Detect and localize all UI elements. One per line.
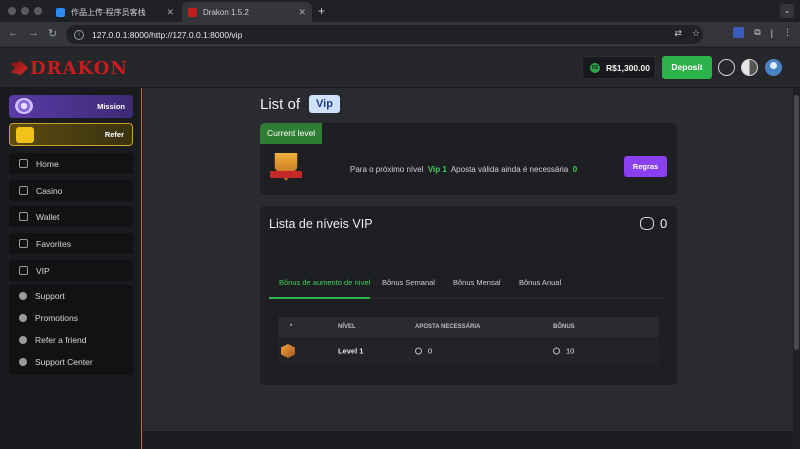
- tab-close-icon[interactable]: ✕: [298, 7, 306, 18]
- ribbon-icon: [270, 171, 302, 178]
- balance-amount: R$1,300.00: [606, 62, 650, 73]
- next-level-text: Para o próximo nível Vip 1 Aposta válida…: [350, 165, 578, 174]
- coins-stack-icon: [640, 217, 654, 230]
- help-center-icon: [19, 358, 27, 366]
- target-icon: [15, 98, 33, 114]
- browser-tab-inactive[interactable]: 作品上传-程序员客栈 ✕: [50, 2, 180, 22]
- vip-chip: Vip: [309, 95, 340, 113]
- page-title: List of Vip: [260, 95, 340, 113]
- site-favicon-icon: [56, 7, 65, 17]
- extensions-puzzle-icon[interactable]: ⧉: [754, 27, 760, 38]
- bonus-tabs: Bônus de aumento de nível Bônus Semanal …: [269, 272, 668, 299]
- sidebar-item-refer-a-friend[interactable]: Refer a friend: [19, 335, 87, 345]
- sidebar-item-promotions[interactable]: Promotions: [19, 313, 78, 323]
- tab-monthly-bonus[interactable]: Bônus Mensal: [453, 278, 501, 287]
- translate-icon[interactable]: ⇄: [674, 28, 682, 39]
- user-avatar-icon[interactable]: [765, 59, 782, 76]
- browser-toolbar: ← → ↻ i 127.0.0.1:8000/http://127.0.0.1:…: [0, 22, 800, 47]
- active-tab-underline: [269, 297, 370, 299]
- back-arrow-icon[interactable]: ←: [8, 27, 19, 39]
- browser-tab-bar: 作品上传-程序员客栈 ✕ Drakon 1.5.2 ✕ + ⌄: [0, 0, 800, 22]
- rules-button[interactable]: Regras: [624, 156, 667, 177]
- theme-toggle-icon[interactable]: [741, 59, 758, 76]
- chrome-menu-icon[interactable]: ⋮: [783, 27, 792, 38]
- dollar-icon: [553, 347, 560, 355]
- col-required-bet: APOSTA NECESSÁRIA: [415, 324, 481, 330]
- site-info-icon[interactable]: i: [74, 29, 84, 40]
- next-level-value: Vip 1: [427, 165, 447, 174]
- table-header: * NÍVEL APOSTA NECESSÁRIA BÔNUS: [278, 317, 659, 337]
- vip-levels-title: Lista de níveis VIP: [269, 217, 373, 231]
- deposit-button[interactable]: Deposit: [662, 56, 712, 79]
- extension-icon[interactable]: [733, 27, 745, 38]
- table-row: Level 1 0 10: [278, 337, 659, 365]
- row-bet: 0: [415, 347, 432, 356]
- coins-count: 0: [660, 216, 668, 231]
- tab-title: 作品上传-程序员客栈: [71, 7, 146, 17]
- mission-banner[interactable]: Mission: [9, 95, 133, 118]
- sidebar-item-support-center[interactable]: Support Center: [19, 357, 93, 367]
- browser-tab-active[interactable]: Drakon 1.5.2 ✕: [182, 2, 312, 22]
- drakon-favicon-icon: [188, 7, 197, 17]
- refer-banner[interactable]: Refer: [9, 123, 133, 146]
- scrollbar-thumb[interactable]: [794, 95, 799, 350]
- tab-close-icon[interactable]: ✕: [166, 7, 174, 18]
- app-header: DRAKON R$ R$1,300.00 Deposit: [0, 48, 800, 88]
- gift-hand-icon: [16, 127, 34, 143]
- sidebar-item-favorites[interactable]: Favorites: [9, 233, 133, 254]
- col-star: *: [290, 324, 293, 330]
- window-close-dot[interactable]: [8, 7, 16, 15]
- forward-arrow-icon[interactable]: →: [28, 27, 39, 39]
- crown-icon: [19, 266, 28, 275]
- share-icon: [19, 336, 27, 344]
- vip-levels-table: * NÍVEL APOSTA NECESSÁRIA BÔNUS Level 1 …: [278, 317, 659, 365]
- tab-level-up-bonus[interactable]: Bônus de aumento de nível: [279, 278, 370, 287]
- sidebar: Mission Refer Home Casino Wallet Favorit…: [0, 88, 142, 449]
- drakon-logo[interactable]: DRAKON: [10, 58, 128, 79]
- coins-icon: [415, 347, 422, 355]
- vip-levels-card: Lista de níveis VIP 0 Bônus de aumento d…: [260, 206, 677, 385]
- wallet-icon: [19, 212, 28, 221]
- footer-strip: [143, 430, 800, 449]
- dragon-logo-icon: [10, 61, 28, 75]
- bookmark-icon: [19, 239, 28, 248]
- tab-weekly-bonus[interactable]: Bônus Semanal: [382, 278, 435, 287]
- currency-coin-icon: R$: [590, 62, 600, 73]
- sidebar-item-wallet[interactable]: Wallet: [9, 206, 133, 227]
- remaining-bet-value: 0: [572, 165, 578, 174]
- url-text: 127.0.0.1:8000/http://127.0.0.1:8000/vip: [92, 29, 243, 40]
- row-level: Level 1: [338, 346, 364, 356]
- sidebar-item-vip[interactable]: VIP: [9, 260, 133, 281]
- level-badge-icon: [281, 344, 295, 358]
- col-bonus: BÔNUS: [553, 324, 575, 330]
- address-bar[interactable]: i 127.0.0.1:8000/http://127.0.0.1:8000/v…: [66, 25, 703, 44]
- support-nav-group: Support Promotions Refer a friend Suppor…: [9, 285, 133, 375]
- current-level-tab: Current level: [260, 123, 323, 144]
- headset-icon: [19, 292, 27, 300]
- window-maximize-dot[interactable]: [34, 7, 42, 15]
- reload-icon[interactable]: ↻: [48, 27, 57, 40]
- sidebar-item-home[interactable]: Home: [9, 153, 133, 174]
- megaphone-icon: [19, 314, 27, 322]
- gamepad-icon: [19, 186, 28, 195]
- language-globe-icon[interactable]: [718, 59, 735, 76]
- profile-divider-icon: |: [770, 27, 773, 38]
- balance-display[interactable]: R$ R$1,300.00: [582, 56, 656, 79]
- sidebar-item-support[interactable]: Support: [19, 291, 65, 301]
- home-icon: [19, 159, 28, 168]
- tab-annual-bonus[interactable]: Bônus Anual: [519, 278, 561, 287]
- new-tab-icon[interactable]: +: [318, 4, 325, 18]
- window-minimize-dot[interactable]: [21, 7, 29, 15]
- current-level-card: Current level Para o próximo nível Vip 1…: [260, 123, 677, 195]
- tab-title: Drakon 1.5.2: [203, 7, 249, 17]
- row-bonus: 10: [553, 347, 574, 356]
- bookmark-star-icon[interactable]: ☆: [692, 28, 700, 39]
- col-level: NÍVEL: [338, 324, 356, 330]
- sidebar-item-casino[interactable]: Casino: [9, 180, 133, 201]
- tab-search-chevron-icon[interactable]: ⌄: [780, 4, 794, 18]
